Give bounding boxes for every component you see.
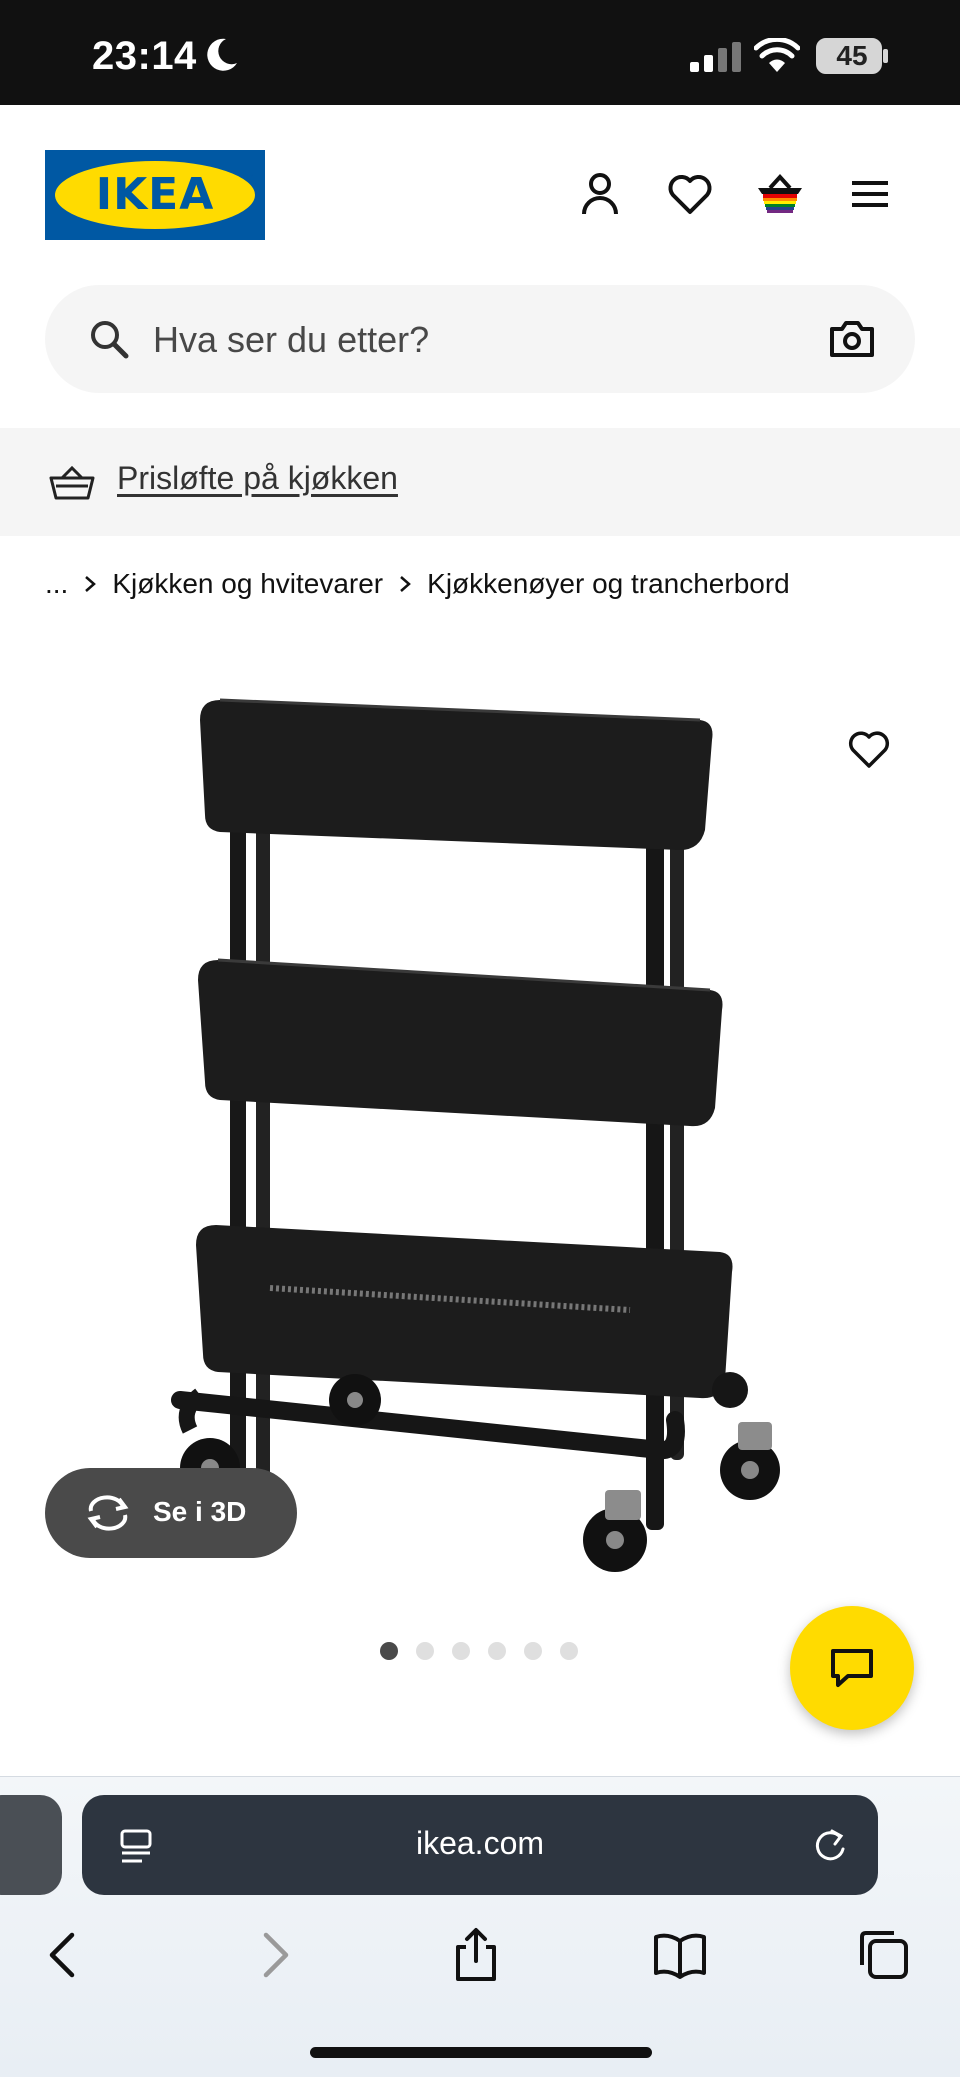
status-bar: 23:14 45 [0,0,960,105]
camera-icon[interactable] [828,315,876,363]
search-input[interactable]: Hva ser du etter? [153,319,429,361]
tabs-icon[interactable] [856,1927,912,1983]
address-bar[interactable]: ikea.com [82,1795,878,1895]
logo-text: IKEA [95,169,215,220]
reload-icon[interactable] [810,1825,850,1865]
back-icon[interactable] [36,1927,92,1983]
ikea-logo[interactable]: IKEA ® [45,150,265,240]
rotate-3d-icon [87,1495,129,1531]
battery-level: 45 [836,40,868,71]
moon-icon [207,38,237,71]
bookmarks-icon[interactable] [652,1927,708,1983]
share-icon[interactable] [448,1927,504,1983]
search-bar[interactable]: Hva ser du etter? [45,285,915,393]
breadcrumb: ... Kjøkken og hvitevarer Kjøkkenøyer og… [45,564,790,604]
promo-banner[interactable]: Prisløfte på kjøkken [0,428,960,536]
view-in-3d-button[interactable]: Se i 3D [45,1468,297,1558]
heart-icon[interactable] [664,168,716,220]
promo-link[interactable]: Prisløfte på kjøkken [117,460,398,497]
add-to-favourites-heart-icon[interactable] [846,726,892,772]
signal-icon [690,42,741,72]
forward-icon[interactable] [246,1927,302,1983]
carousel-dot[interactable] [488,1642,506,1660]
status-time: 23:14 [92,34,197,78]
chevron-right-icon [383,568,427,600]
previous-tab[interactable] [0,1795,62,1895]
breadcrumb-item-kitchen[interactable]: Kjøkken og hvitevarer [112,568,383,600]
chat-button[interactable] [790,1606,914,1730]
basket-icon [49,465,95,500]
breadcrumb-item-kitchen-islands[interactable]: Kjøkkenøyer og trancherbord [427,568,790,600]
browser-toolbar: ikea.com [0,1776,960,2077]
carousel-dot[interactable] [560,1642,578,1660]
carousel-dot[interactable] [416,1642,434,1660]
carousel-dot[interactable] [380,1642,398,1660]
profile-icon[interactable] [574,168,626,220]
carousel-dot[interactable] [452,1642,470,1660]
carousel-dot[interactable] [524,1642,542,1660]
home-indicator [310,2047,652,2058]
search-icon [91,321,129,359]
basket-icon[interactable] [754,168,806,220]
menu-icon[interactable] [844,168,896,220]
breadcrumb-ellipsis[interactable]: ... [45,568,68,600]
image-carousel-dots [380,1642,578,1662]
wifi-icon [754,38,800,72]
view-3d-label: Se i 3D [153,1496,247,1527]
chat-icon [831,1649,873,1687]
chevron-right-icon [68,568,112,600]
url-text: ikea.com [415,1825,545,1861]
